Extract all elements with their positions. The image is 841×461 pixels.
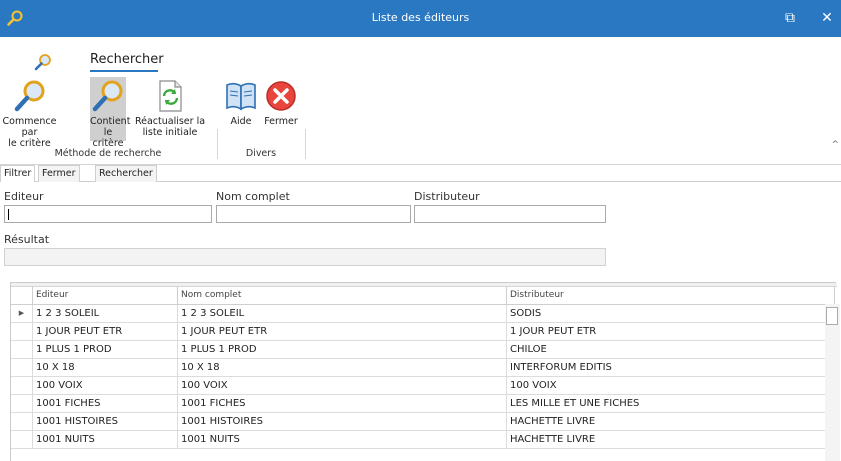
cell-nom-complet[interactable]: 1 JOUR PEUT ETR <box>178 323 507 341</box>
ribbon-tab-underline <box>90 70 158 72</box>
editeurs-grid: Editeur Nom complet Distributeur ▶ 1 2 3… <box>10 282 837 461</box>
ribbon-tab-rechercher[interactable]: Rechercher <box>90 52 164 67</box>
row-indicator <box>11 377 33 395</box>
row-indicator <box>11 323 33 341</box>
text-caret <box>8 209 9 220</box>
cell-editeur[interactable]: 1001 FICHES <box>33 395 178 413</box>
close-window-button[interactable]: ✕ <box>817 8 837 28</box>
filter-tab-strip: Filtrer Fermer Rechercher <box>0 165 841 182</box>
button-label: Contient <box>90 116 131 127</box>
table-row[interactable]: 1001 FICHES 1001 FICHES LES MILLE ET UNE… <box>11 395 837 413</box>
commence-par-button[interactable]: Commence par le critère <box>0 77 59 149</box>
fermer-button[interactable]: Fermer <box>260 77 302 141</box>
cell-editeur[interactable]: 1001 HISTOIRES <box>33 413 178 431</box>
column-header-nom-complet[interactable]: Nom complet <box>178 287 507 305</box>
group-separator <box>305 129 306 159</box>
restore-button[interactable]: ⧉ <box>780 8 800 28</box>
tab-filtrer[interactable]: Filtrer <box>0 165 36 182</box>
button-label: liste initiale <box>142 127 198 138</box>
editeur-input[interactable] <box>4 205 212 223</box>
row-indicator <box>11 359 33 377</box>
table-row[interactable]: 1001 HISTOIRES 1001 HISTOIRES HACHETTE L… <box>11 413 837 431</box>
cell-editeur[interactable]: 1001 NUITS <box>33 431 178 449</box>
button-label: Fermer <box>264 116 298 127</box>
filter-panel: Editeur Nom complet Distributeur Résulta… <box>0 182 841 282</box>
cell-nom-complet[interactable]: 1 2 3 SOLEIL <box>178 305 507 323</box>
magnifier-icon <box>14 80 44 112</box>
distributeur-input[interactable] <box>414 205 606 223</box>
button-label: Réactualiser la <box>134 116 206 127</box>
table-row[interactable]: ▶ 1 2 3 SOLEIL 1 2 3 SOLEIL SODIS <box>11 305 837 323</box>
magnifier-icon <box>34 54 51 71</box>
cell-distributeur[interactable]: HACHETTE LIVRE <box>507 431 835 449</box>
row-indicator <box>11 413 33 431</box>
tab-rechercher[interactable]: Rechercher <box>95 165 157 182</box>
cell-nom-complet[interactable]: 1 PLUS 1 PROD <box>178 341 507 359</box>
group-label-methode: Méthode de recherche <box>54 148 162 159</box>
column-header-distributeur[interactable]: Distributeur <box>507 287 835 305</box>
title-bar: Liste des éditeurs ⧉ ✕ <box>0 0 841 37</box>
grid-vertical-scrollbar[interactable] <box>825 304 840 461</box>
refresh-document-icon <box>159 80 182 112</box>
cell-editeur[interactable]: 1 2 3 SOLEIL <box>33 305 178 323</box>
cell-distributeur[interactable]: HACHETTE LIVRE <box>507 413 835 431</box>
nom-complet-input[interactable] <box>216 205 411 223</box>
button-label: Aide <box>230 116 252 127</box>
close-circle-icon <box>266 81 296 111</box>
cell-distributeur[interactable]: 1 JOUR PEUT ETR <box>507 323 835 341</box>
aide-button[interactable]: Aide <box>224 77 258 141</box>
distributeur-label: Distributeur <box>414 190 480 203</box>
row-indicator <box>11 341 33 359</box>
editeur-label: Editeur <box>4 190 44 203</box>
tab-fermer[interactable]: Fermer <box>38 165 80 182</box>
book-icon <box>226 82 256 111</box>
cell-nom-complet[interactable]: 1001 FICHES <box>178 395 507 413</box>
cell-nom-complet[interactable]: 100 VOIX <box>178 377 507 395</box>
row-indicator <box>11 395 33 413</box>
table-row[interactable]: 1001 NUITS 1001 NUITS HACHETTE LIVRE <box>11 431 837 449</box>
cell-distributeur[interactable]: INTERFORUM EDITIS <box>507 359 835 377</box>
button-label: Commence par <box>2 116 57 138</box>
cell-editeur[interactable]: 10 X 18 <box>33 359 178 377</box>
table-row[interactable]: 100 VOIX 100 VOIX 100 VOIX <box>11 377 837 395</box>
column-header-editeur[interactable]: Editeur <box>33 287 178 305</box>
grid-header: Editeur Nom complet Distributeur <box>11 287 837 305</box>
cell-editeur[interactable]: 1 PLUS 1 PROD <box>33 341 178 359</box>
table-row[interactable]: 1 JOUR PEUT ETR 1 JOUR PEUT ETR 1 JOUR P… <box>11 323 837 341</box>
cell-distributeur[interactable]: 100 VOIX <box>507 377 835 395</box>
row-indicator <box>11 431 33 449</box>
table-row[interactable]: 10 X 18 10 X 18 INTERFORUM EDITIS <box>11 359 837 377</box>
collapse-ribbon-icon[interactable]: ^ <box>831 140 839 150</box>
nom-complet-label: Nom complet <box>216 190 290 203</box>
table-row[interactable]: 1 PLUS 1 PROD 1 PLUS 1 PROD CHILOE <box>11 341 837 359</box>
resultat-field <box>4 248 606 266</box>
group-label-divers: Divers <box>245 148 277 159</box>
current-row-indicator: ▶ <box>11 305 33 323</box>
button-label: le critère <box>92 127 124 149</box>
resultat-label: Résultat <box>4 233 50 246</box>
cell-nom-complet[interactable]: 1001 NUITS <box>178 431 507 449</box>
cell-nom-complet[interactable]: 1001 HISTOIRES <box>178 413 507 431</box>
magnifier-icon <box>92 80 123 112</box>
cell-editeur[interactable]: 100 VOIX <box>33 377 178 395</box>
cell-distributeur[interactable]: LES MILLE ET UNE FICHES <box>507 395 835 413</box>
ribbon: Rechercher Commence par le critère Conti… <box>0 37 841 165</box>
reactualiser-button[interactable]: Réactualiser la liste initiale <box>128 77 212 141</box>
contient-button[interactable]: Contient le critère <box>90 77 131 149</box>
window-title: Liste des éditeurs <box>371 11 470 24</box>
cell-editeur[interactable]: 1 JOUR PEUT ETR <box>33 323 178 341</box>
scroll-up-button[interactable] <box>826 307 838 325</box>
cell-distributeur[interactable]: SODIS <box>507 305 835 323</box>
cell-distributeur[interactable]: CHILOE <box>507 341 835 359</box>
header-indicator <box>11 287 33 305</box>
cell-nom-complet[interactable]: 10 X 18 <box>178 359 507 377</box>
